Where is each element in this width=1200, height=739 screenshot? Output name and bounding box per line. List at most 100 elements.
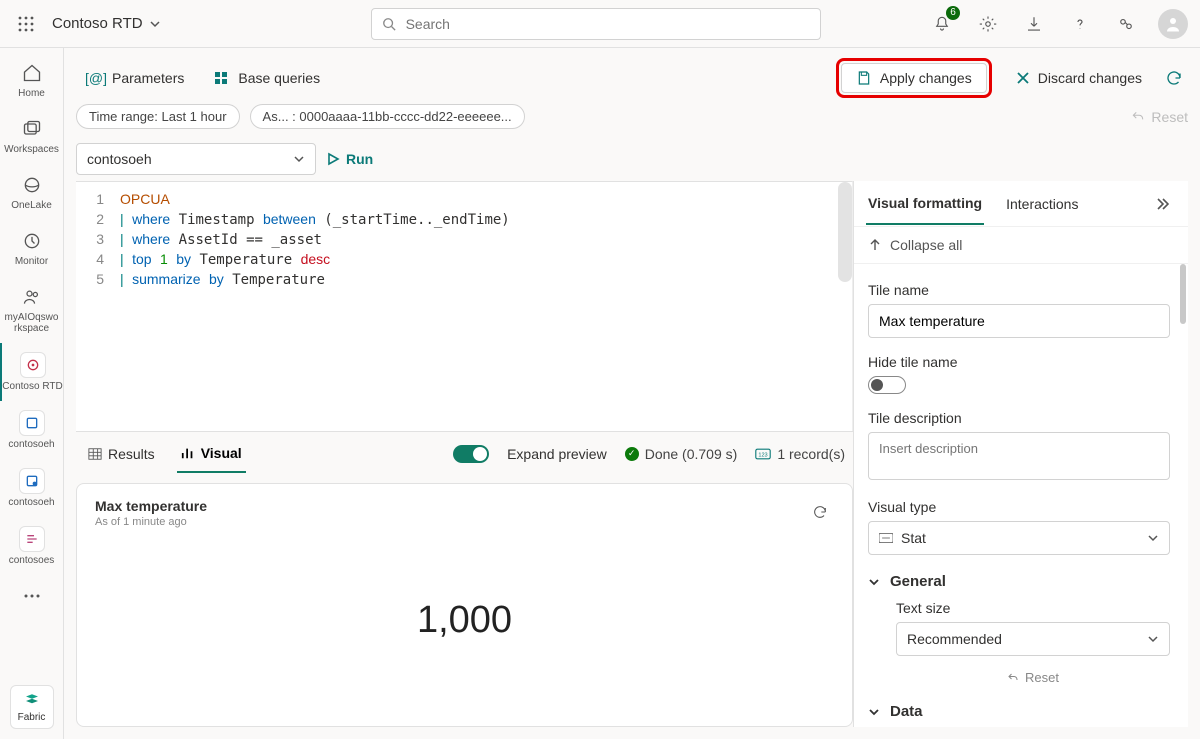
rail-contosoes[interactable]: contosoes <box>0 517 64 575</box>
rail-monitor[interactable]: Monitor <box>0 220 64 276</box>
eventhouse-icon <box>19 468 45 494</box>
rail-onelake[interactable]: OneLake <box>0 164 64 220</box>
general-reset-button[interactable]: Reset <box>896 670 1170 685</box>
check-icon: ✓ <box>625 447 639 461</box>
app-launcher-icon[interactable] <box>12 10 40 38</box>
apply-changes-highlight: Apply changes <box>836 58 992 98</box>
parameters-button[interactable]: [@] Parameters <box>76 64 196 92</box>
fabric-icon <box>23 692 41 710</box>
feedback-button[interactable] <box>1112 10 1140 38</box>
expand-preview-toggle[interactable] <box>453 445 489 463</box>
chevron-down-icon <box>868 706 880 718</box>
person-icon <box>1164 15 1182 33</box>
collapse-all-button[interactable]: Collapse all <box>854 227 1188 264</box>
tile-description-label: Tile description <box>868 410 1170 426</box>
tile-name-label: Tile name <box>868 282 1170 298</box>
reset-button-disabled: Reset <box>1131 109 1188 125</box>
eventstream-icon <box>19 526 45 552</box>
section-general[interactable]: General <box>868 573 1170 590</box>
search-input[interactable] <box>404 15 810 33</box>
hide-tile-name-label: Hide tile name <box>868 354 1170 370</box>
account-avatar[interactable] <box>1158 9 1188 39</box>
main-area: [@] Parameters Base queries Apply change… <box>64 48 1200 739</box>
apply-changes-button[interactable]: Apply changes <box>841 63 987 93</box>
asset-pill[interactable]: As... : 0000aaaa-11bb-cccc-dd22-eeeeee..… <box>250 104 525 129</box>
datasource-dropdown[interactable]: contosoeh <box>76 143 316 175</box>
left-rail: Home Workspaces OneLake Monitor myAIOqsw… <box>0 48 64 739</box>
chevron-down-icon <box>1147 532 1159 544</box>
app-title: Contoso RTD <box>52 15 143 32</box>
refresh-button[interactable] <box>1160 64 1188 92</box>
section-data[interactable]: Data <box>868 703 1170 720</box>
chevron-double-right-icon <box>1155 197 1169 211</box>
tab-visual[interactable]: Visual <box>177 435 246 473</box>
text-size-select[interactable]: Recommended <box>896 622 1170 656</box>
panel-expand-button[interactable] <box>1148 190 1176 218</box>
panel-scrollbar[interactable] <box>1180 264 1186 324</box>
results-bar: Results Visual Expand preview ✓ Done (0.… <box>76 431 853 475</box>
search-box[interactable] <box>371 8 821 40</box>
stat-card: Max temperature As of 1 minute ago 1,000 <box>76 483 853 727</box>
time-range-pill[interactable]: Time range: Last 1 hour <box>76 104 240 129</box>
base-queries-icon <box>214 70 230 86</box>
settings-button[interactable] <box>974 10 1002 38</box>
query-editor[interactable]: 1OPCUA 2| where Timestamp between (_star… <box>76 181 853 431</box>
top-bar: Contoso RTD 6 <box>0 0 1200 48</box>
editor-scrollbar[interactable] <box>838 182 852 282</box>
rail-workspaces[interactable]: Workspaces <box>0 108 64 164</box>
app-title-dropdown[interactable]: Contoso RTD <box>52 15 161 32</box>
top-actions: 6 <box>928 9 1188 39</box>
save-icon <box>856 70 872 86</box>
play-icon <box>326 152 340 166</box>
more-icon <box>20 584 44 608</box>
filter-toolbar: Time range: Last 1 hour As... : 0000aaaa… <box>76 104 1188 129</box>
rail-fabric[interactable]: Fabric <box>10 685 54 729</box>
rail-home[interactable]: Home <box>0 52 64 108</box>
editor-header: contosoeh Run <box>76 143 1188 175</box>
rail-contosoeh1[interactable]: contosoeh <box>0 401 64 459</box>
rail-more[interactable] <box>0 575 64 617</box>
onelake-icon <box>20 173 44 197</box>
notifications-button[interactable]: 6 <box>928 10 956 38</box>
rail-myworkspace[interactable]: myAIOqswo rkspace <box>0 276 64 343</box>
tab-interactions[interactable]: Interactions <box>1004 184 1080 224</box>
feedback-icon <box>1117 15 1135 33</box>
notification-badge: 6 <box>946 6 960 20</box>
download-button[interactable] <box>1020 10 1048 38</box>
tile-name-input[interactable] <box>868 304 1170 338</box>
chevron-down-icon <box>1147 633 1159 645</box>
home-icon <box>20 61 44 85</box>
visual-type-label: Visual type <box>868 499 1170 515</box>
card-refresh-button[interactable] <box>806 498 834 526</box>
help-button[interactable] <box>1066 10 1094 38</box>
expand-preview-label: Expand preview <box>507 446 607 462</box>
base-queries-button[interactable]: Base queries <box>202 64 332 92</box>
chart-icon <box>181 446 195 460</box>
text-size-label: Text size <box>896 600 1170 616</box>
discard-changes-button[interactable]: Discard changes <box>1004 64 1154 92</box>
eventhouse-icon <box>19 410 45 436</box>
workspaces-icon <box>20 117 44 141</box>
rail-contoso-rtd[interactable]: Contoso RTD <box>0 343 64 401</box>
undo-icon <box>1007 672 1019 684</box>
tab-results[interactable]: Results <box>84 436 159 472</box>
rail-contosoeh2[interactable]: contosoeh <box>0 459 64 517</box>
dashboard-icon <box>20 352 46 378</box>
table-icon <box>88 447 102 461</box>
parameters-icon: [@] <box>88 70 104 86</box>
tile-description-input[interactable] <box>868 432 1170 480</box>
help-icon <box>1072 16 1088 32</box>
close-icon <box>1016 71 1030 85</box>
gear-icon <box>979 15 997 33</box>
search-icon <box>382 17 396 31</box>
card-subtitle: As of 1 minute ago <box>95 516 207 528</box>
collapse-icon <box>868 238 882 252</box>
run-button[interactable]: Run <box>326 151 373 167</box>
visual-type-select[interactable]: Stat <box>868 521 1170 555</box>
tab-visual-formatting[interactable]: Visual formatting <box>866 183 984 225</box>
chevron-down-icon <box>868 576 880 588</box>
hide-tile-name-toggle[interactable] <box>868 376 906 394</box>
card-title: Max temperature <box>95 498 207 514</box>
download-icon <box>1025 15 1043 33</box>
formatting-panel: Visual formatting Interactions Collapse … <box>853 181 1188 727</box>
